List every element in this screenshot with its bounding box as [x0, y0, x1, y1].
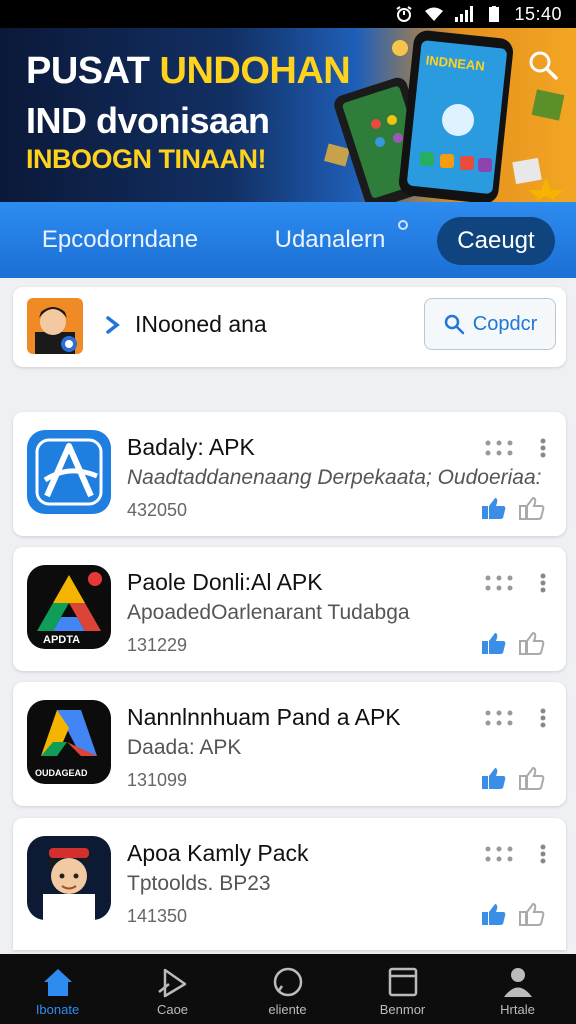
nav-label: Hrtale [500, 1002, 535, 1017]
list-item[interactable]: Badaly: APK Naadtaddanenaang Derpekaata;… [13, 412, 566, 536]
app-subtitle: ApoadedOarlenarant Tudabga [127, 601, 410, 624]
window-icon [388, 967, 418, 997]
nav-item-home[interactable]: Ibonate [0, 954, 115, 1024]
nav-label: eliente [268, 1002, 307, 1017]
app-title: Paole Donli:Al APK [127, 569, 323, 595]
grid-dots-icon[interactable] [485, 710, 513, 726]
battery-icon [484, 6, 504, 22]
app-count: 432050 [127, 500, 188, 520]
character-avatar-icon [27, 836, 111, 920]
app-count: 131229 [127, 635, 188, 655]
app-title: Apoa Kamly Pack [127, 840, 309, 866]
thumbs-up-icon[interactable] [481, 496, 507, 520]
notification-dot-icon [398, 220, 408, 230]
search-button-label: Copdcr [472, 312, 538, 335]
chevron-right-icon[interactable] [103, 313, 123, 337]
thumbs-down-icon[interactable] [519, 631, 545, 655]
drive-style-icon: APDTA [27, 565, 111, 649]
app-subtitle: Naadtaddanenaang Derpekaata; Oudoeriaa: [127, 466, 542, 489]
status-time: 15:40 [514, 3, 562, 24]
nav-item-hrtale[interactable]: Hrtale [460, 954, 576, 1024]
tab-udanalern[interactable]: Udanalern [250, 202, 410, 278]
nav-label: Benmor [379, 1002, 426, 1017]
more-vertical-icon[interactable] [539, 708, 547, 728]
grid-dots-icon[interactable] [485, 575, 513, 591]
home-icon [44, 969, 72, 996]
banner-headline: PUSAT UNDOHAN [26, 50, 351, 93]
wifi-icon [424, 6, 444, 22]
app-subtitle: Daada: APK [127, 736, 242, 759]
app-count: 131099 [127, 770, 188, 790]
blue-a-icon [27, 430, 111, 514]
banner-search-icon[interactable] [526, 48, 560, 82]
promo-banner[interactable]: PUSAT UNDOHAN IND dvonisaan INBOOGN TINA… [0, 28, 576, 202]
user-name: INooned ana [135, 311, 267, 337]
search-icon [444, 314, 464, 335]
banner-tagline: INBOOGN TINAAN! [26, 144, 266, 174]
signal-icon [454, 6, 474, 22]
banner-subheadline: IND dvonisaan [26, 100, 270, 141]
search-button[interactable]: Copdcr [424, 298, 556, 350]
app-title: Badaly: APK [127, 434, 255, 460]
grid-dots-icon[interactable] [485, 440, 513, 456]
thumbs-down-icon[interactable] [519, 496, 545, 520]
banner-headline-white: PUSAT [26, 50, 150, 92]
thumbs-down-icon[interactable] [519, 902, 545, 926]
list-item[interactable]: APDTA Paole Donli:Al APK ApoadedOarlenar… [13, 547, 566, 671]
nav-item-benmor[interactable]: Benmor [345, 954, 460, 1024]
thumbs-up-icon[interactable] [481, 902, 507, 926]
grid-dots-icon[interactable] [485, 846, 513, 862]
more-vertical-icon[interactable] [539, 438, 547, 458]
list-item[interactable]: OUDAGEAD Nannlnnhuam Pand a APK Daada: A… [13, 682, 566, 806]
more-vertical-icon[interactable] [539, 844, 547, 864]
circle-icon [273, 967, 303, 997]
app-title: Nannlnnhuam Pand a APK [127, 704, 401, 730]
tab-caeugt[interactable]: Caeugt [437, 217, 555, 265]
app-subtitle: Tptoolds. BP23 [127, 872, 271, 895]
thumbs-up-icon[interactable] [481, 766, 507, 790]
nav-item-eliente[interactable]: eliente [230, 954, 345, 1024]
tab-epcodorndane[interactable]: Epcodorndane [20, 202, 220, 278]
user-card: INooned ana Copdcr [13, 287, 566, 367]
thumbs-up-icon[interactable] [481, 631, 507, 655]
status-bar: 15:40 [0, 0, 576, 28]
nav-item-caoe[interactable]: Caoe [115, 954, 230, 1024]
thumbs-down-icon[interactable] [519, 766, 545, 790]
nav-label: Ibonate [35, 1002, 80, 1017]
alarm-icon [394, 6, 414, 22]
nav-label: Caoe [156, 1002, 189, 1017]
avatar[interactable] [27, 298, 83, 354]
colorful-a-icon: OUDAGEAD [27, 700, 111, 784]
app-count: 141350 [127, 906, 188, 926]
svg-text:APDTA: APDTA [43, 634, 80, 646]
category-tabbar: Epcodorndane Udanalern Caeugt [0, 202, 576, 278]
more-vertical-icon[interactable] [539, 573, 547, 593]
app-icon-text: OUDAGEAD [35, 768, 88, 778]
person-icon [504, 968, 532, 997]
list-item[interactable]: Apoa Kamly Pack Tptoolds. BP23 141350 [13, 818, 566, 950]
play-icon [158, 968, 187, 998]
bottom-nav: Ibonate Caoe eliente Benmor Hrtale [0, 954, 576, 1024]
